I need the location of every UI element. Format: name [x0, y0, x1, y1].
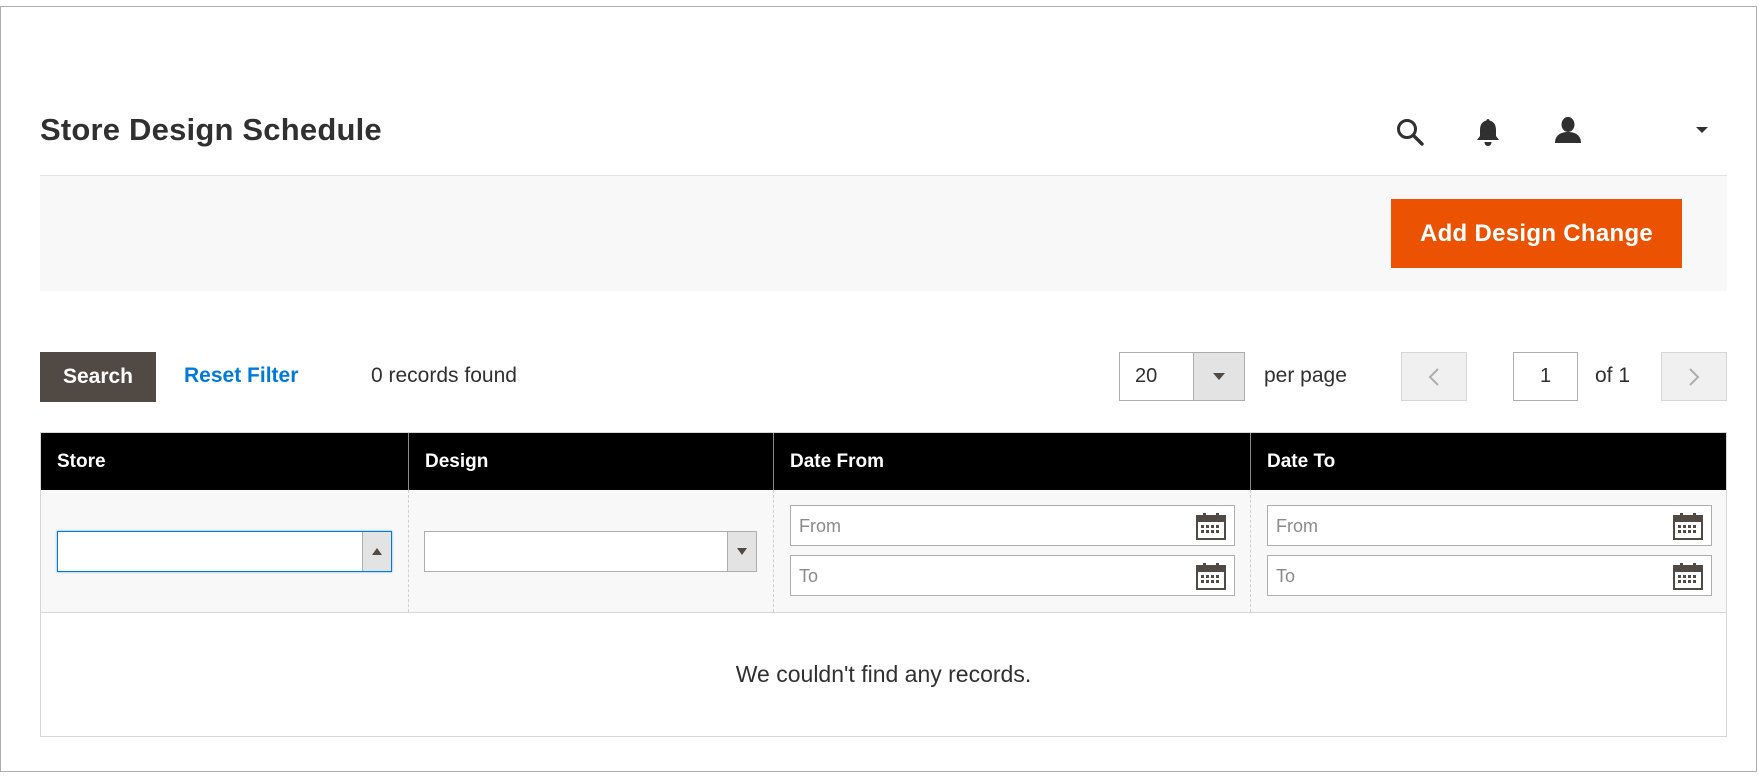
- column-header-date-from[interactable]: Date From: [774, 433, 1251, 490]
- date-from-start-input[interactable]: From: [790, 505, 1235, 546]
- filter-row: From To From To: [41, 490, 1726, 613]
- chevron-right-icon: [1689, 367, 1700, 386]
- date-to-end-input[interactable]: To: [1267, 555, 1712, 596]
- user-icon[interactable]: [1548, 110, 1588, 150]
- grid-header: Store Design Date From Date To: [41, 433, 1726, 490]
- per-page-label: per page: [1264, 364, 1347, 387]
- previous-page-button[interactable]: [1401, 352, 1467, 401]
- page-title: Store Design Schedule: [40, 112, 382, 147]
- empty-records-message: We couldn't find any records.: [735, 661, 1032, 687]
- design-filter-select[interactable]: [424, 531, 757, 572]
- chevron-up-icon: [362, 532, 391, 571]
- current-page-input[interactable]: 1: [1513, 352, 1578, 401]
- chevron-down-icon[interactable]: [1193, 353, 1244, 400]
- date-to-end-placeholder: To: [1276, 566, 1296, 586]
- calendar-icon[interactable]: [1673, 512, 1703, 540]
- design-schedule-grid: Store Design Date From Date To From To F…: [40, 432, 1727, 737]
- column-divider: [1250, 490, 1251, 612]
- per-page-select[interactable]: 20: [1119, 352, 1245, 401]
- add-design-change-button[interactable]: Add Design Change: [1391, 199, 1682, 268]
- bell-icon[interactable]: [1468, 112, 1508, 152]
- calendar-icon[interactable]: [1673, 562, 1703, 590]
- total-pages: of 1: [1595, 364, 1631, 387]
- date-from-end-input[interactable]: To: [790, 555, 1235, 596]
- records-count: 0 records found: [371, 364, 517, 387]
- reset-filter-link[interactable]: Reset Filter: [184, 364, 298, 388]
- date-from-start-placeholder: From: [799, 516, 841, 536]
- date-to-start-placeholder: From: [1276, 516, 1318, 536]
- chevron-down-icon: [727, 532, 756, 571]
- caret-down-icon[interactable]: [1682, 110, 1722, 150]
- store-filter-select[interactable]: [57, 531, 392, 572]
- date-to-start-input[interactable]: From: [1267, 505, 1712, 546]
- search-button[interactable]: Search: [40, 352, 156, 402]
- column-divider: [773, 490, 774, 612]
- next-page-button[interactable]: [1661, 352, 1727, 401]
- date-from-end-placeholder: To: [799, 566, 819, 586]
- search-icon[interactable]: [1390, 112, 1430, 152]
- column-header-store[interactable]: Store: [41, 433, 408, 490]
- calendar-icon[interactable]: [1196, 512, 1226, 540]
- column-header-date-to[interactable]: Date To: [1251, 433, 1726, 490]
- chevron-left-icon: [1428, 367, 1439, 386]
- calendar-icon[interactable]: [1196, 562, 1226, 590]
- column-header-design[interactable]: Design: [409, 433, 774, 490]
- column-divider: [408, 490, 409, 612]
- per-page-value: 20: [1135, 365, 1158, 387]
